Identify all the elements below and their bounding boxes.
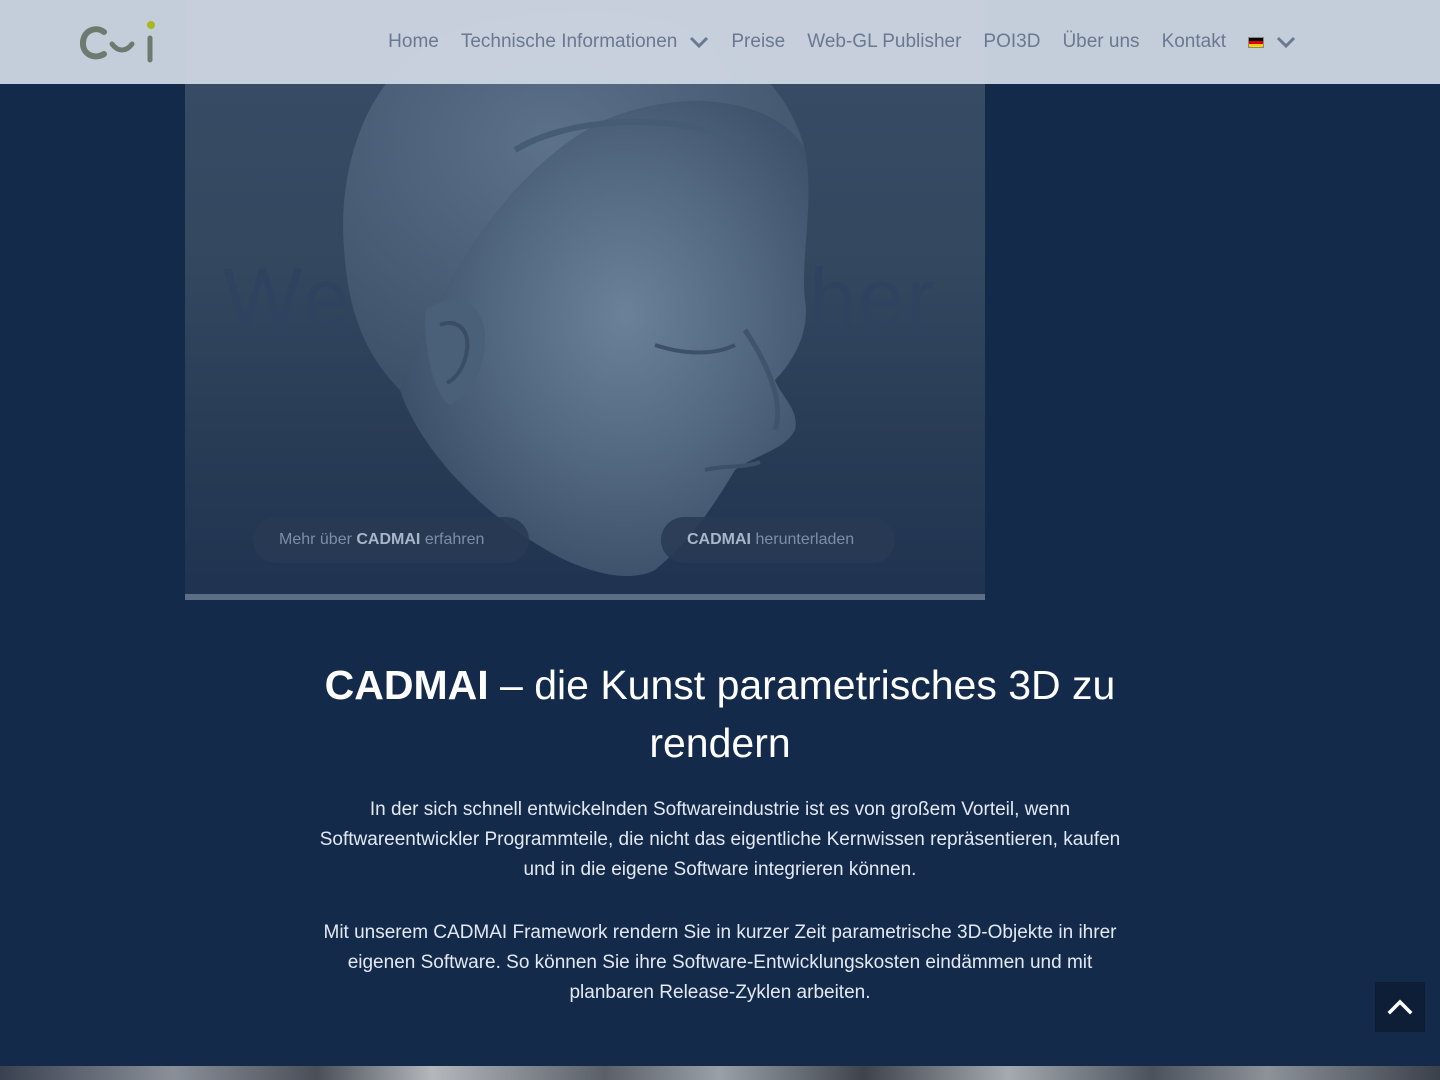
- nav-poi3d[interactable]: POI3D: [983, 31, 1040, 53]
- chevron-down-icon: [690, 36, 709, 48]
- scroll-to-top-button[interactable]: [1375, 982, 1425, 1032]
- cvi-logo[interactable]: [78, 18, 160, 66]
- learn-more-cadmai-button[interactable]: Mehr über CADMAI erfahren: [253, 517, 529, 563]
- nav-home[interactable]: Home: [388, 31, 439, 53]
- hero-bottom-border: [185, 594, 985, 600]
- nav-prices[interactable]: Preise: [731, 31, 785, 53]
- nav-about-us[interactable]: Über uns: [1062, 31, 1139, 53]
- nav-about-us-label: Über uns: [1062, 31, 1140, 52]
- german-flag-icon: [1248, 36, 1264, 48]
- sculpted-head-image: [343, 11, 809, 576]
- learn-more-suffix: erfahren: [420, 531, 485, 548]
- nav-poi3d-label: POI3D: [983, 31, 1041, 52]
- hero-banner: Web-GL Publisher: [185, 0, 985, 600]
- headline-text: – die Kunst parametrisches 3D zu rendern: [488, 662, 1116, 766]
- nav-technical-info-label: Technische Informationen: [460, 31, 678, 52]
- learn-more-prefix: Mehr über: [279, 531, 357, 548]
- nav-webgl-publisher[interactable]: Web-GL Publisher: [807, 31, 961, 53]
- headline-brand: CADMAI: [324, 662, 489, 708]
- main-navigation: Home Technische Informationen Preise Web…: [366, 0, 1296, 84]
- site-header: Home Technische Informationen Preise Web…: [0, 0, 1440, 84]
- intro-paragraph: In der sich schnell entwickelnden Softwa…: [319, 799, 1121, 880]
- chevron-up-icon: [1387, 999, 1413, 1015]
- nav-technical-info[interactable]: Technische Informationen: [461, 31, 710, 53]
- nav-prices-label: Preise: [731, 31, 786, 52]
- download-brand: CADMAI: [687, 531, 751, 548]
- next-section-image-strip: [0, 1066, 1440, 1080]
- nav-contact-label: Kontakt: [1161, 31, 1226, 52]
- download-cadmai-button[interactable]: CADMAI herunterladen: [661, 517, 895, 563]
- page-headline: CADMAI – die Kunst parametrisches 3D zu …: [300, 656, 1140, 772]
- language-switcher[interactable]: [1248, 36, 1296, 48]
- nav-contact[interactable]: Kontakt: [1162, 31, 1226, 53]
- page: Web-GL Publisher: [0, 0, 1440, 1080]
- framework-paragraph: Mit unserem CADMAI Framework rendern Sie…: [323, 922, 1117, 1003]
- nav-webgl-publisher-label: Web-GL Publisher: [807, 31, 962, 52]
- chevron-down-icon: [1276, 36, 1296, 48]
- download-suffix: herunterladen: [751, 531, 855, 548]
- learn-more-brand: CADMAI: [356, 531, 421, 548]
- nav-home-label: Home: [388, 31, 439, 52]
